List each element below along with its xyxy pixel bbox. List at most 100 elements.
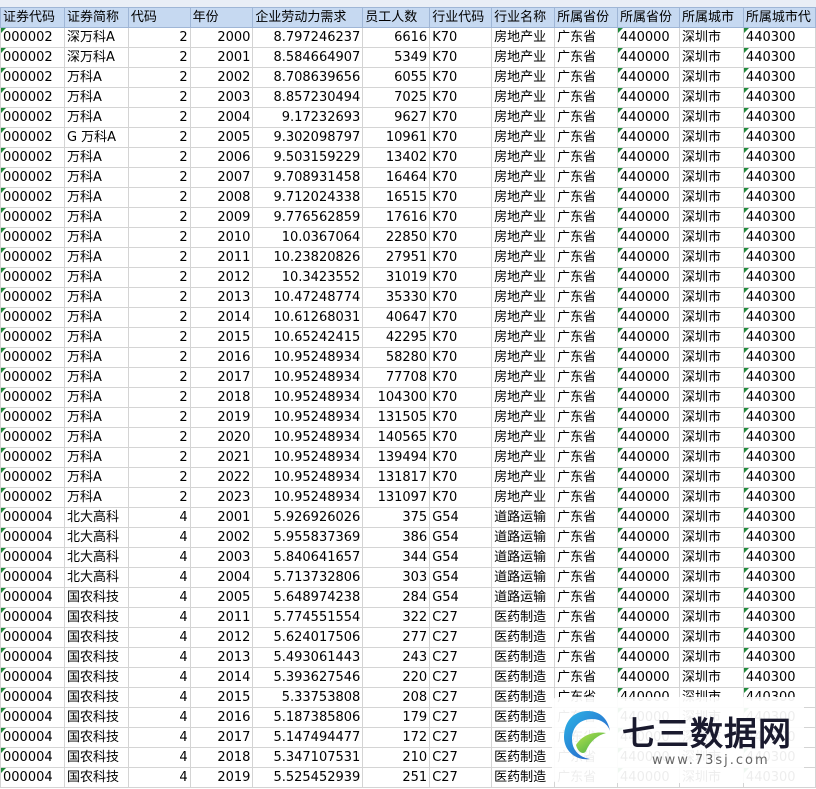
table-cell[interactable]: 440000 — [617, 587, 680, 608]
table-cell[interactable]: 10.95248934 — [252, 387, 364, 408]
table-cell[interactable]: 深圳市 — [678, 327, 744, 348]
table-cell[interactable]: 440300 — [742, 547, 816, 568]
table-cell[interactable]: 440000 — [617, 507, 680, 528]
table-cell[interactable]: 000002 — [0, 407, 65, 428]
table-cell[interactable]: 000004 — [0, 607, 65, 628]
table-cell[interactable]: 医药制造 — [491, 707, 556, 728]
table-cell[interactable]: 国农科技 — [63, 707, 129, 728]
table-cell[interactable]: 房地产业 — [491, 307, 556, 328]
table-cell[interactable]: 440000 — [617, 87, 680, 108]
table-cell[interactable]: 172 — [362, 727, 431, 748]
table-cell[interactable]: K70 — [429, 387, 493, 408]
table-cell[interactable]: 2004 — [189, 107, 254, 128]
table-cell[interactable]: 440300 — [742, 27, 816, 48]
table-cell[interactable]: 5.393627546 — [252, 667, 364, 688]
table-cell[interactable]: 9.708931458 — [252, 167, 364, 188]
table-cell[interactable]: 医药制造 — [491, 727, 556, 748]
table-cell[interactable]: 440000 — [617, 307, 680, 328]
table-cell[interactable]: 131817 — [362, 467, 431, 488]
table-cell[interactable]: 000004 — [0, 747, 65, 768]
table-cell[interactable]: 广东省 — [554, 127, 619, 148]
table-cell[interactable]: 万科A — [63, 247, 129, 268]
table-cell[interactable]: 000002 — [0, 167, 65, 188]
table-cell[interactable]: 广东省 — [554, 407, 619, 428]
table-cell[interactable]: 2012 — [189, 267, 254, 288]
table-cell[interactable]: 2006 — [189, 147, 254, 168]
table-cell[interactable]: K70 — [429, 87, 493, 108]
table-cell[interactable]: 房地产业 — [491, 127, 556, 148]
table-cell[interactable]: 医药制造 — [491, 607, 556, 628]
table-cell[interactable]: 广东省 — [554, 47, 619, 68]
table-cell[interactable]: 国农科技 — [63, 607, 129, 628]
table-cell[interactable]: 深圳市 — [678, 67, 744, 88]
table-cell[interactable]: 4 — [127, 567, 191, 588]
table-cell[interactable]: 440000 — [617, 407, 680, 428]
table-cell[interactable]: 440000 — [617, 547, 680, 568]
table-cell[interactable]: 000002 — [0, 227, 65, 248]
table-cell[interactable]: K70 — [429, 407, 493, 428]
table-cell[interactable]: 440300 — [742, 567, 816, 588]
table-cell[interactable]: 万科A — [63, 467, 129, 488]
table-cell[interactable]: 440000 — [617, 527, 680, 548]
table-cell[interactable]: C27 — [429, 627, 493, 648]
table-cell[interactable]: 000002 — [0, 347, 65, 368]
table-cell[interactable]: 万科A — [63, 267, 129, 288]
table-cell[interactable]: 2001 — [189, 47, 254, 68]
table-cell[interactable]: 000002 — [0, 467, 65, 488]
table-cell[interactable]: 42295 — [362, 327, 431, 348]
table-cell[interactable]: 2009 — [189, 207, 254, 228]
table-cell[interactable]: 房地产业 — [491, 367, 556, 388]
table-cell[interactable]: 2 — [127, 367, 191, 388]
table-cell[interactable]: 243 — [362, 647, 431, 668]
table-cell[interactable]: 广东省 — [554, 387, 619, 408]
table-cell[interactable]: 8.857230494 — [252, 87, 364, 108]
table-cell[interactable]: 4 — [127, 727, 191, 748]
table-cell[interactable]: 000002 — [0, 187, 65, 208]
table-cell[interactable]: K70 — [429, 287, 493, 308]
table-cell[interactable]: 广东省 — [554, 487, 619, 508]
table-cell[interactable]: 440300 — [742, 367, 816, 388]
table-cell[interactable]: 医药制造 — [491, 767, 556, 788]
table-cell[interactable]: 深万科A — [63, 27, 129, 48]
table-cell[interactable]: K70 — [429, 487, 493, 508]
table-cell[interactable]: 深圳市 — [678, 647, 744, 668]
table-cell[interactable]: 房地产业 — [491, 347, 556, 368]
table-cell[interactable]: 10.65242415 — [252, 327, 364, 348]
table-cell[interactable]: K70 — [429, 367, 493, 388]
table-cell[interactable]: 房地产业 — [491, 407, 556, 428]
table-cell[interactable]: 000002 — [0, 87, 65, 108]
table-cell[interactable]: 2 — [127, 387, 191, 408]
column-header[interactable]: 所属城市代 — [742, 7, 816, 28]
table-cell[interactable]: 房地产业 — [491, 287, 556, 308]
table-cell[interactable]: 284 — [362, 587, 431, 608]
table-cell[interactable]: 5.926926026 — [252, 507, 364, 528]
table-cell[interactable]: 2 — [127, 287, 191, 308]
table-cell[interactable]: 5.624017506 — [252, 627, 364, 648]
table-cell[interactable]: 10.3423552 — [252, 267, 364, 288]
table-cell[interactable]: 深圳市 — [678, 187, 744, 208]
table-cell[interactable]: 深圳市 — [678, 667, 744, 688]
table-cell[interactable]: 房地产业 — [491, 267, 556, 288]
table-cell[interactable]: 000002 — [0, 267, 65, 288]
table-cell[interactable]: 2 — [127, 407, 191, 428]
table-cell[interactable]: 2002 — [189, 67, 254, 88]
table-cell[interactable]: 000004 — [0, 727, 65, 748]
table-cell[interactable]: 9.776562859 — [252, 207, 364, 228]
column-header[interactable]: 证券代码 — [0, 7, 65, 28]
table-cell[interactable]: 深圳市 — [678, 107, 744, 128]
table-cell[interactable]: 440000 — [617, 227, 680, 248]
table-cell[interactable]: 375 — [362, 507, 431, 528]
table-cell[interactable]: 440300 — [742, 347, 816, 368]
table-cell[interactable]: 440000 — [617, 287, 680, 308]
table-cell[interactable]: 2 — [127, 427, 191, 448]
table-cell[interactable]: 广东省 — [554, 467, 619, 488]
table-cell[interactable]: 140565 — [362, 427, 431, 448]
table-cell[interactable]: 2012 — [189, 627, 254, 648]
table-cell[interactable]: 2 — [127, 487, 191, 508]
table-cell[interactable]: 广东省 — [554, 267, 619, 288]
table-cell[interactable]: 000002 — [0, 447, 65, 468]
table-cell[interactable]: 道路运输 — [491, 547, 556, 568]
table-cell[interactable]: 2 — [127, 227, 191, 248]
table-cell[interactable]: 道路运输 — [491, 567, 556, 588]
table-cell[interactable]: 10.95248934 — [252, 427, 364, 448]
